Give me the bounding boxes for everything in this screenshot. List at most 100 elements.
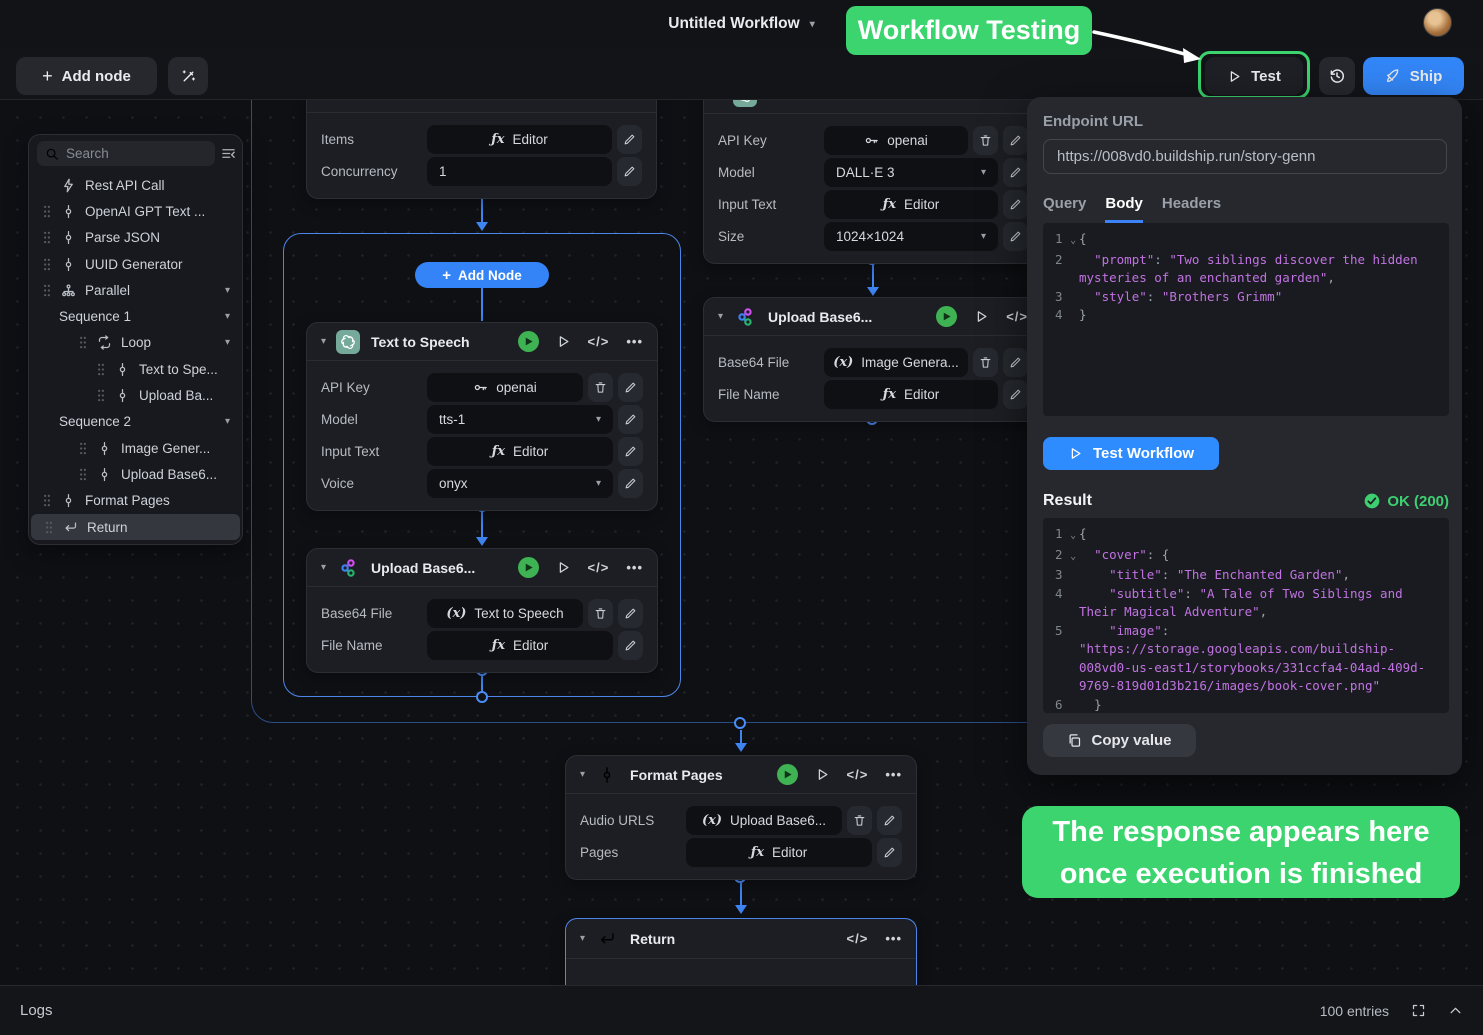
search-input[interactable] [66, 146, 207, 161]
collapse-caret-icon[interactable]: ▾ [718, 311, 723, 322]
workflow-title-dropdown[interactable]: Untitled Workflow ▾ [668, 15, 815, 33]
fx-editor-field[interactable]: ƒxEditor [686, 838, 872, 867]
upload-base64-node-2[interactable]: ▾ Upload Base6... </> Base64 File(x)Imag… [703, 297, 1043, 422]
loop-output-port[interactable] [476, 691, 488, 703]
chevron-down-icon[interactable]: ▾ [225, 311, 230, 322]
sidebar-item-sequence-2[interactable]: Sequence 2▾ [29, 409, 242, 435]
sidebar-item-return[interactable]: Return [31, 514, 240, 540]
sidebar-item-loop[interactable]: Loop▾ [29, 330, 242, 356]
sidebar-item-format-pages[interactable]: Format Pages [29, 488, 242, 514]
drag-handle-icon[interactable] [79, 468, 87, 481]
sidebar-item-parse-json[interactable]: Parse JSON [29, 225, 242, 251]
fx-editor-field[interactable]: ƒxEditor [427, 125, 612, 154]
drag-handle-icon[interactable] [97, 389, 105, 402]
code-icon[interactable]: </> [847, 931, 869, 946]
chevron-down-icon[interactable]: ▾ [225, 416, 230, 427]
more-options-icon[interactable]: ••• [626, 560, 643, 575]
image-generator-node[interactable]: ▾ API KeyopenaiModelDALL·E 3▾Input Textƒ… [703, 75, 1043, 264]
variable-field[interactable]: (x)Image Genera... [824, 348, 968, 377]
run-node-button[interactable] [518, 557, 539, 578]
sidebar-item-uuid-generator[interactable]: UUID Generator [29, 251, 242, 277]
test-workflow-button[interactable]: Test Workflow [1043, 437, 1219, 470]
delete-value-button[interactable] [588, 373, 613, 402]
select-field[interactable]: DALL·E 3▾ [824, 158, 998, 187]
format-pages-node[interactable]: ▾ Format Pages </> ••• Audio URLS(x)Uplo… [565, 755, 917, 880]
chevron-up-icon[interactable] [1448, 1003, 1463, 1018]
collapse-caret-icon[interactable]: ▾ [580, 769, 585, 780]
add-node-pill-button[interactable]: + Add Node [415, 262, 549, 288]
sidebar-item-sequence-1[interactable]: Sequence 1▾ [29, 303, 242, 329]
add-node-button[interactable]: + Add node [16, 57, 157, 95]
fx-editor-field[interactable]: ƒxEditor [427, 437, 613, 466]
chevron-down-icon[interactable]: ▾ [225, 285, 230, 296]
text-to-speech-node[interactable]: ▾ Text to Speech </> ••• API KeyopenaiMo… [306, 322, 658, 511]
search-box[interactable] [37, 141, 215, 166]
loop-config-node[interactable]: ItemsƒxEditorConcurrency1 [306, 86, 657, 199]
code-icon[interactable]: </> [588, 334, 610, 349]
delete-value-button[interactable] [973, 348, 998, 377]
play-icon[interactable] [815, 767, 830, 782]
edit-field-button[interactable] [1003, 126, 1028, 155]
user-avatar[interactable] [1423, 8, 1452, 37]
sidebar-item-rest-api-call[interactable]: Rest API Call [29, 172, 242, 198]
run-node-button[interactable] [518, 331, 539, 352]
delete-value-button[interactable] [973, 126, 998, 155]
edit-field-button[interactable] [877, 806, 902, 835]
edit-field-button[interactable] [618, 437, 643, 466]
result-viewer[interactable]: 1 ⌄{2 ⌄ "cover": {3 "title": "The Enchan… [1043, 518, 1449, 713]
collapse-caret-icon[interactable]: ▾ [580, 933, 585, 944]
fx-editor-field[interactable]: ƒxEditor [427, 631, 613, 660]
fx-editor-field[interactable]: ƒxEditor [824, 380, 998, 409]
magic-wand-button[interactable] [168, 57, 208, 95]
edit-field-button[interactable] [618, 405, 643, 434]
sidebar-item-upload-ba[interactable]: Upload Ba... [29, 382, 242, 408]
tab-body[interactable]: Body [1105, 195, 1143, 223]
drag-handle-icon[interactable] [79, 336, 87, 349]
collapse-caret-icon[interactable]: ▾ [321, 336, 326, 347]
edit-field-button[interactable] [618, 631, 643, 660]
drag-handle-icon[interactable] [97, 363, 105, 376]
run-node-button[interactable] [936, 306, 957, 327]
edit-field-button[interactable] [1003, 222, 1028, 251]
sidebar-item-parallel[interactable]: Parallel▾ [29, 277, 242, 303]
edit-field-button[interactable] [617, 157, 642, 186]
edit-field-button[interactable] [1003, 190, 1028, 219]
drag-handle-icon[interactable] [79, 442, 87, 455]
sidebar-item-image-gener[interactable]: Image Gener... [29, 435, 242, 461]
api-key-field[interactable]: openai [427, 373, 583, 402]
sidebar-item-openai-gpt-text[interactable]: OpenAI GPT Text ... [29, 198, 242, 224]
run-node-button[interactable] [777, 764, 798, 785]
collapse-panel-icon[interactable] [221, 146, 236, 161]
sidebar-item-upload-base6[interactable]: Upload Base6... [29, 461, 242, 487]
chevron-down-icon[interactable]: ▾ [225, 337, 230, 348]
edit-field-button[interactable] [1003, 380, 1028, 409]
api-key-field[interactable]: openai [824, 126, 968, 155]
code-icon[interactable]: </> [1006, 309, 1028, 324]
play-icon[interactable] [556, 334, 571, 349]
play-icon[interactable] [974, 309, 989, 324]
code-icon[interactable]: </> [588, 560, 610, 575]
more-options-icon[interactable]: ••• [885, 931, 902, 946]
tab-headers[interactable]: Headers [1162, 195, 1221, 223]
upload-base64-node[interactable]: ▾ Upload Base6... </> ••• Base64 File(x)… [306, 548, 658, 673]
code-icon[interactable]: </> [847, 767, 869, 782]
more-options-icon[interactable]: ••• [626, 334, 643, 349]
more-options-icon[interactable]: ••• [885, 767, 902, 782]
request-body-editor[interactable]: 1 ⌄{2 "prompt": "Two siblings discover t… [1043, 223, 1449, 416]
variable-field[interactable]: (x)Text to Speech [427, 599, 583, 628]
edit-field-button[interactable] [618, 599, 643, 628]
edit-field-button[interactable] [617, 125, 642, 154]
text-field[interactable]: 1 [427, 157, 612, 186]
copy-value-button[interactable]: Copy value [1043, 724, 1196, 757]
variable-field[interactable]: (x)Upload Base6... [686, 806, 842, 835]
edit-field-button[interactable] [877, 838, 902, 867]
drag-handle-icon[interactable] [45, 521, 53, 534]
select-field[interactable]: tts-1▾ [427, 405, 613, 434]
select-field[interactable]: 1024×1024▾ [824, 222, 998, 251]
collapse-caret-icon[interactable]: ▾ [321, 562, 326, 573]
ship-button[interactable]: Ship [1363, 57, 1464, 95]
history-button[interactable] [1319, 57, 1355, 95]
edit-field-button[interactable] [618, 469, 643, 498]
drag-handle-icon[interactable] [43, 258, 51, 271]
select-field[interactable]: onyx▾ [427, 469, 613, 498]
